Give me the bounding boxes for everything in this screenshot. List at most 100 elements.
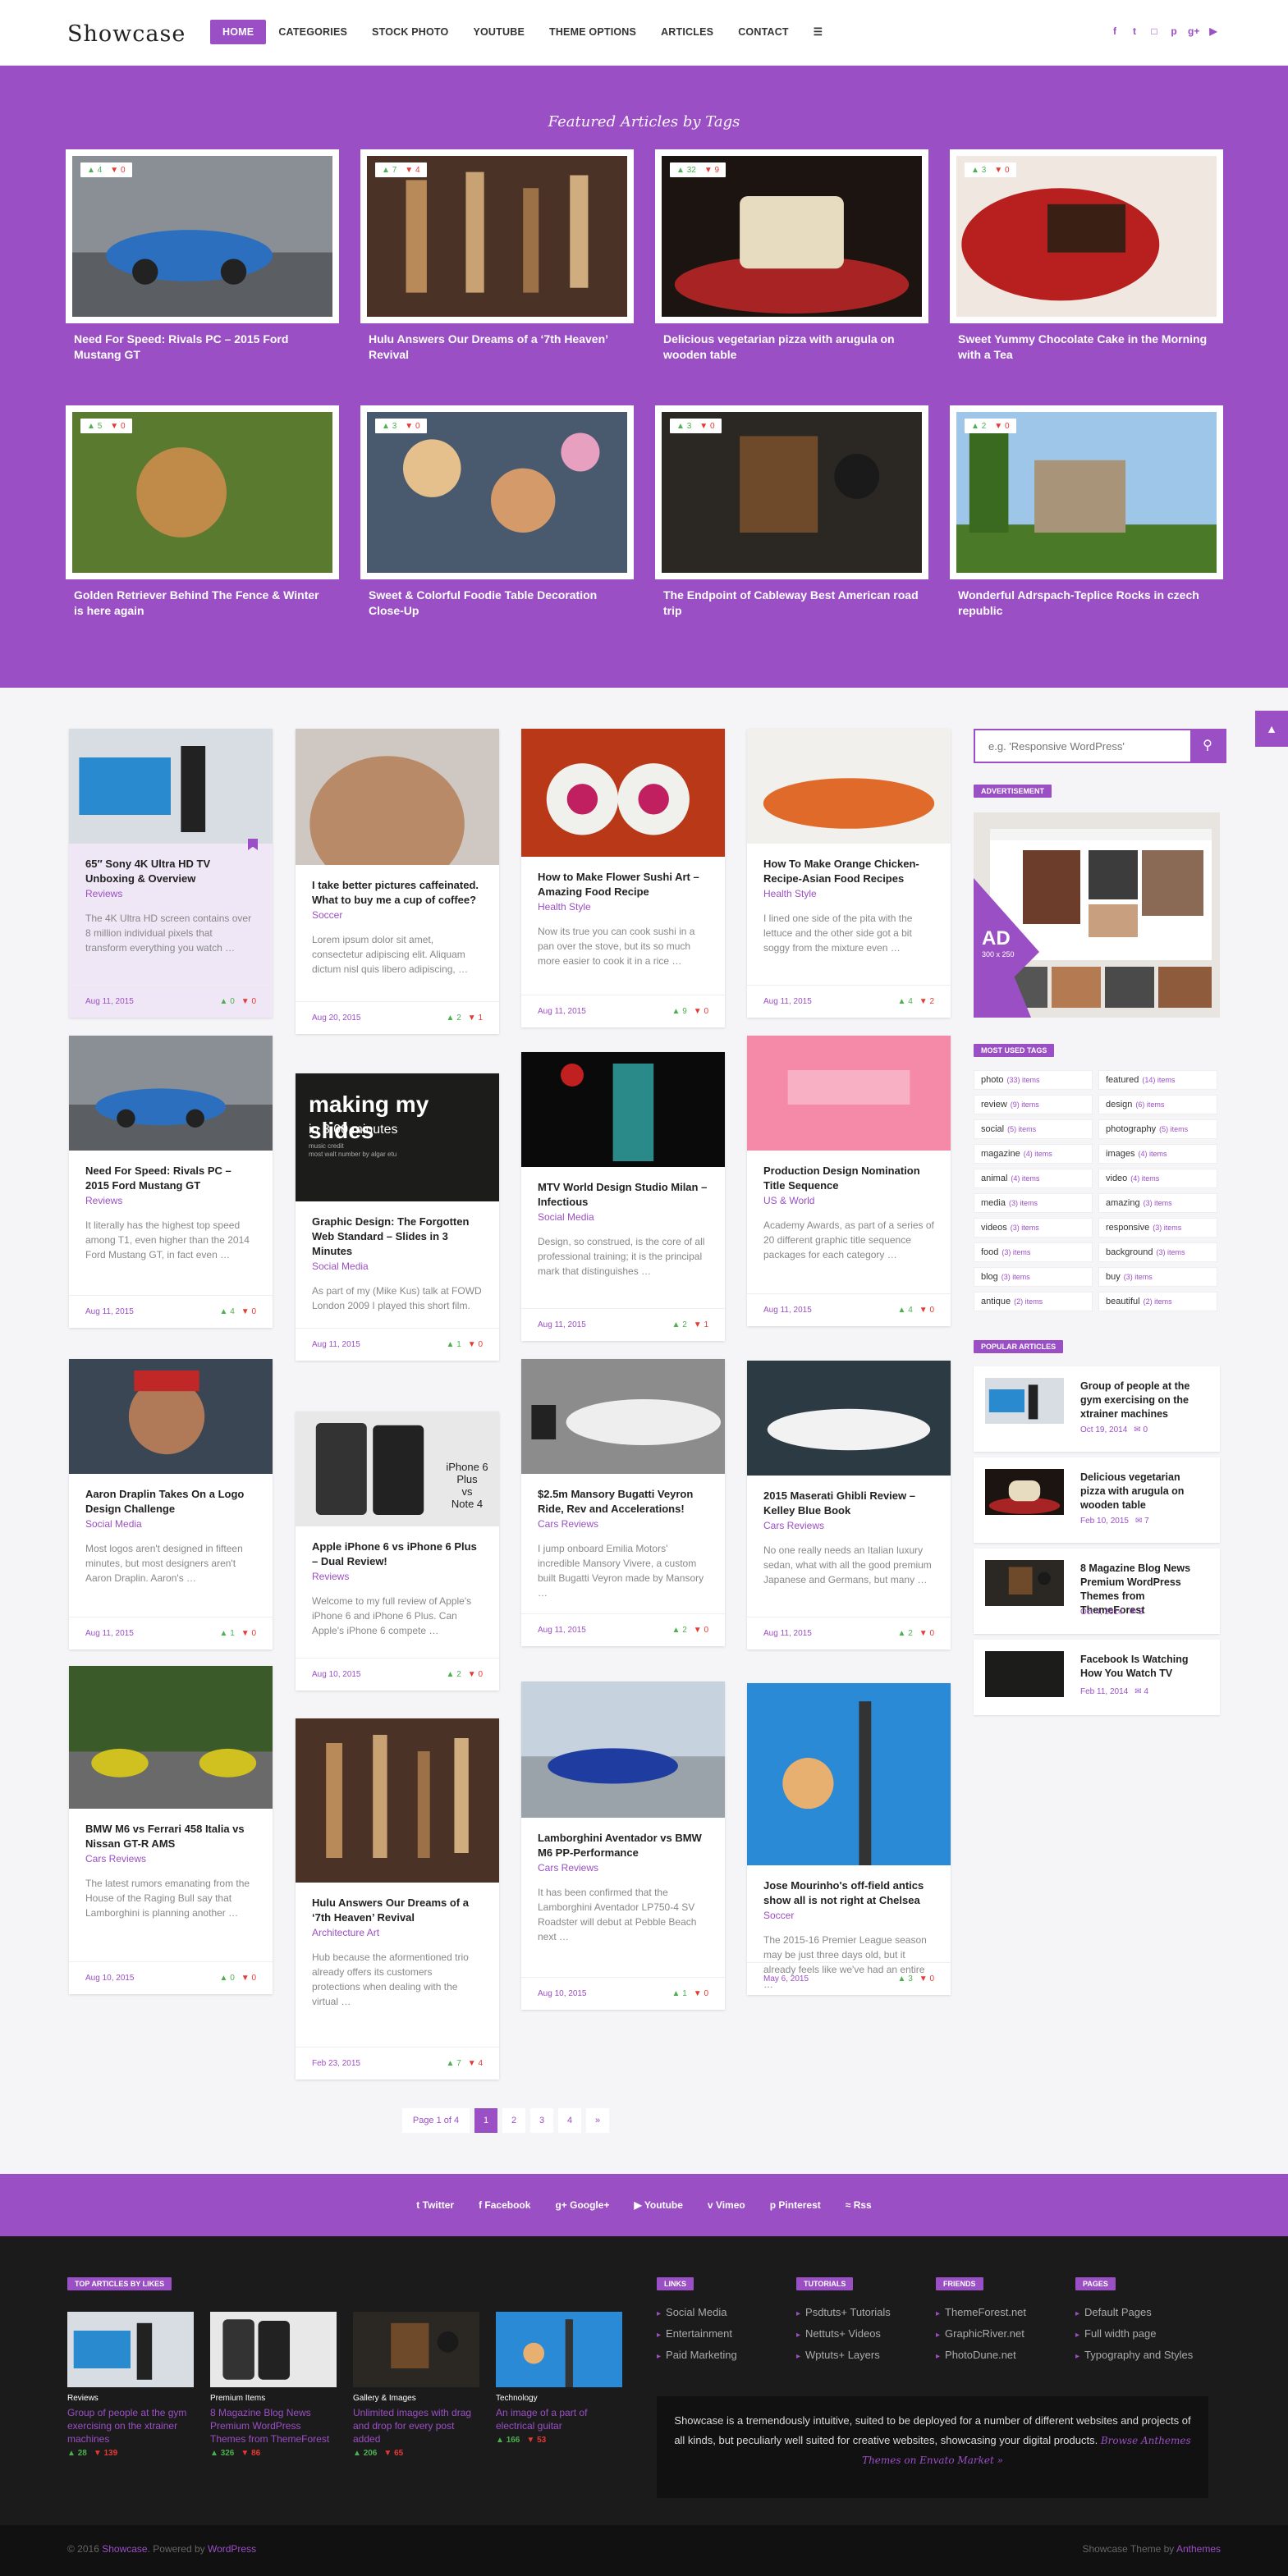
tag-item[interactable]: design (6) items [1098,1095,1217,1114]
social-pinterest[interactable]: p Pinterest [770,2199,821,2211]
popular-thumb[interactable] [985,1560,1064,1606]
post-category[interactable]: Reviews [85,888,256,899]
featured-title[interactable]: Wonderful Adrspach-Teplice Rocks in czec… [950,588,1223,619]
dislike-icon[interactable]: ▼ 0 [241,1974,256,1983]
dislike-icon[interactable]: ▼ 4 [405,166,419,175]
post-title[interactable]: 65″ Sony 4K Ultra HD TV Unboxing & Overv… [85,857,256,886]
top-article-image[interactable] [210,2312,337,2387]
dislike-icon[interactable]: ▼ 139 [94,2449,117,2458]
like-icon[interactable]: ▲ 3 [898,1974,913,1983]
scroll-up-icon[interactable]: ▲ [1255,711,1288,747]
popular-article[interactable]: 8 Magazine Blog News Premium WordPress T… [974,1549,1220,1634]
post-card[interactable]: How To Make Orange Chicken-Recipe-Asian … [747,729,951,1018]
footer-link[interactable]: Default Pages [1075,2306,1193,2327]
like-icon[interactable]: ▲ 5 [87,422,102,431]
like-icon[interactable]: ▲ 0 [220,997,235,1006]
post-category[interactable]: Soccer [312,909,483,921]
like-icon[interactable]: ▲ 2 [971,422,986,431]
like-icon[interactable]: ▲ 206 [353,2449,377,2458]
top-article-title[interactable]: 8 Magazine Blog News Premium WordPress T… [210,2406,337,2446]
featured-title[interactable]: Need For Speed: Rivals PC – 2015 Ford Mu… [66,332,339,363]
dislike-icon[interactable]: ▼ 0 [694,1989,708,1998]
tag-item[interactable]: blog (3) items [974,1267,1093,1287]
post-title[interactable]: Hulu Answers Our Dreams of a ‘7th Heaven… [312,1896,483,1925]
post-category[interactable]: Reviews [85,1195,256,1206]
post-title[interactable]: Aaron Draplin Takes On a Logo Design Cha… [85,1487,256,1517]
next-page[interactable]: » [586,2108,609,2133]
post-title[interactable]: Lamborghini Aventador vs BMW M6 PP-Perfo… [538,1831,708,1860]
like-icon[interactable]: ▲ 1 [447,1340,461,1349]
post-image[interactable] [69,729,273,844]
post-card[interactable]: iPhone 6 Plus vs Note 4 Apple iPhone 6 vs… [296,1412,499,1691]
post-image[interactable] [747,729,951,844]
post-image[interactable] [296,729,499,865]
instagram-icon[interactable]: □ [1148,25,1160,38]
post-category[interactable]: Reviews [312,1571,483,1582]
dislike-icon[interactable]: ▼ 0 [994,166,1009,175]
post-category[interactable]: US & World [763,1195,934,1206]
like-icon[interactable]: ▲ 3 [676,422,691,431]
dislike-icon[interactable]: ▼ 0 [110,166,125,175]
dislike-icon[interactable]: ▼ 0 [241,1307,256,1316]
post-card[interactable]: making my slides in 3.00 minutes music cre… [296,1073,499,1361]
page-2[interactable]: 2 [502,2108,525,2133]
social-google-plus[interactable]: g+ Google+ [555,2199,609,2211]
dislike-icon[interactable]: ▼ 1 [694,1320,708,1329]
post-card[interactable]: How to Make Flower Sushi Art – Amazing F… [521,729,725,1027]
nav-theme-options[interactable]: Theme Options [537,20,649,44]
post-image[interactable] [521,1052,725,1167]
tag-item[interactable]: animal (4) items [974,1169,1093,1188]
nav-stock-photo[interactable]: Stock Photo [360,20,461,44]
post-card[interactable]: $2.5m Mansory Bugatti Veyron Ride, Rev a… [521,1359,725,1646]
popular-title[interactable]: Facebook Is Watching How You Watch TV [1080,1653,1203,1681]
tag-item[interactable]: beautiful (2) items [1098,1292,1217,1311]
dislike-icon[interactable]: ▼ 2 [919,997,934,1006]
top-article-category[interactable]: Premium Items [210,2394,337,2403]
post-category[interactable]: Social Media [85,1518,256,1530]
nav-categories[interactable]: Categories [266,20,360,44]
post-image[interactable] [521,729,725,857]
tag-item[interactable]: background (3) items [1098,1242,1217,1262]
post-image[interactable] [521,1359,725,1474]
post-card[interactable]: 65″ Sony 4K Ultra HD TV Unboxing & Overv… [69,729,273,1018]
post-image[interactable] [747,1361,951,1476]
tag-item[interactable]: media (3) items [974,1193,1093,1213]
like-icon[interactable]: ▲ 4 [87,166,102,175]
nav-contact[interactable]: Contact [726,20,801,44]
like-icon[interactable]: ▲ 7 [382,166,396,175]
like-icon[interactable]: ▲ 2 [672,1320,687,1329]
post-category[interactable]: Social Media [538,1211,708,1223]
dislike-icon[interactable]: ▼ 86 [241,2449,260,2458]
footer-link[interactable]: PhotoDune.net [936,2349,1026,2370]
footer-link[interactable]: Psdtuts+ Tutorials [796,2306,891,2327]
dislike-icon[interactable]: ▼ 9 [704,166,719,175]
search-icon[interactable]: ⚲ [1190,730,1225,762]
like-icon[interactable]: ▲ 3 [971,166,986,175]
featured-card[interactable]: ▲ 4 ▼ 0 Need For Speed: Rivals PC – 2015 F… [66,149,339,363]
dislike-icon[interactable]: ▼ 0 [241,1629,256,1638]
tag-item[interactable]: photography (5) items [1098,1119,1217,1139]
top-article-category[interactable]: Reviews [67,2394,194,2403]
post-title[interactable]: Need For Speed: Rivals PC – 2015 Ford Mu… [85,1164,256,1193]
post-category[interactable]: Soccer [763,1910,934,1921]
like-icon[interactable]: ▲ 326 [210,2449,234,2458]
popular-title[interactable]: Delicious vegetarian pizza with arugula … [1080,1471,1203,1512]
featured-card[interactable]: ▲ 3 ▼ 0 Sweet Yummy Chocolate Cake in the … [950,149,1223,363]
post-title[interactable]: I take better pictures caffeinated. What… [312,878,483,908]
top-article[interactable]: Reviews Group of people at the gym exerci… [67,2312,194,2458]
dislike-icon[interactable]: ▼ 0 [468,1340,483,1349]
featured-card[interactable]: ▲ 5 ▼ 0 Golden Retriever Behind The Fence … [66,405,339,619]
featured-card[interactable]: ▲ 2 ▼ 0 Wonderful Adrspach-Teplice Rocks i… [950,405,1223,619]
top-article-image[interactable] [496,2312,622,2387]
dislike-icon[interactable]: ▼ 53 [526,2436,546,2445]
like-icon[interactable]: ▲ 32 [676,166,696,175]
tag-item[interactable]: featured (14) items [1098,1070,1217,1090]
top-article-title[interactable]: An image of a part of electrical guitar [496,2406,622,2432]
top-article-title[interactable]: Group of people at the gym exercising on… [67,2406,194,2446]
post-title[interactable]: MTV World Design Studio Milan – Infectio… [538,1180,708,1210]
post-title[interactable]: Apple iPhone 6 vs iPhone 6 Plus – Dual R… [312,1540,483,1569]
tag-item[interactable]: amazing (3) items [1098,1193,1217,1213]
popular-article[interactable]: Facebook Is Watching How You Watch TV Feb… [974,1640,1220,1715]
post-title[interactable]: BMW M6 vs Ferrari 458 Italia vs Nissan G… [85,1822,256,1851]
tag-item[interactable]: video (4) items [1098,1169,1217,1188]
